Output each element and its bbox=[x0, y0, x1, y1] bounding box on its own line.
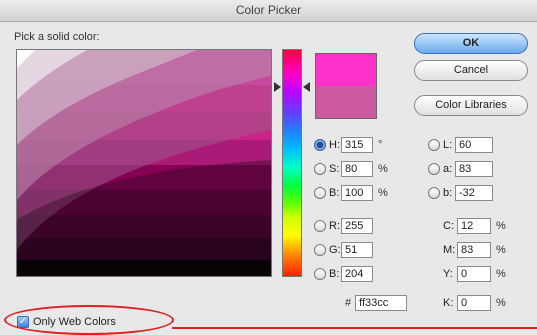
lab-a-field[interactable]: 83 bbox=[455, 161, 493, 177]
cyan-unit: % bbox=[496, 220, 506, 232]
current-color-swatch bbox=[316, 86, 376, 118]
lab-a-label: a: bbox=[443, 163, 453, 175]
lab-l-row: L: 60 bbox=[428, 137, 493, 153]
annotation-ellipse bbox=[4, 305, 174, 335]
lab-a-row: a: 83 bbox=[428, 161, 493, 177]
saturation-unit: % bbox=[378, 163, 388, 175]
brightness-unit: % bbox=[378, 187, 388, 199]
brightness-label: B: bbox=[329, 187, 340, 199]
hex-row: # ff33cc bbox=[345, 295, 408, 311]
hue-slider-handle-right[interactable] bbox=[303, 82, 310, 92]
pick-color-prompt: Pick a solid color: bbox=[14, 31, 100, 43]
hue-label: H: bbox=[329, 139, 340, 151]
hue-slider-handle-left[interactable] bbox=[274, 82, 281, 92]
color-field-bands bbox=[17, 50, 271, 276]
blue-row: B: 204 bbox=[314, 266, 373, 282]
saturation-label: S: bbox=[329, 163, 340, 175]
blue-field[interactable]: 204 bbox=[341, 266, 373, 282]
lab-l-field[interactable]: 60 bbox=[455, 137, 493, 153]
lab-b-radio[interactable] bbox=[428, 187, 440, 199]
magenta-unit: % bbox=[496, 244, 506, 256]
cyan-field[interactable]: 12 bbox=[457, 218, 491, 234]
lab-l-radio[interactable] bbox=[428, 139, 440, 151]
ok-button[interactable]: OK bbox=[414, 33, 528, 54]
red-radio[interactable] bbox=[314, 220, 326, 232]
brightness-radio[interactable] bbox=[314, 187, 326, 199]
black-row: K: 0 % bbox=[443, 295, 506, 311]
cyan-label: C: bbox=[443, 220, 454, 232]
hex-label: # bbox=[345, 297, 352, 309]
hue-slider[interactable] bbox=[282, 49, 302, 277]
title-bar: Color Picker bbox=[0, 0, 537, 22]
lab-a-radio[interactable] bbox=[428, 163, 440, 175]
hex-field[interactable]: ff33cc bbox=[355, 295, 408, 311]
blue-label: B: bbox=[329, 268, 340, 280]
new-color-swatch bbox=[316, 54, 376, 86]
hue-row: H: 315 ° bbox=[314, 137, 382, 153]
brightness-field[interactable]: 100 bbox=[341, 185, 373, 201]
brightness-row: B: 100 % bbox=[314, 185, 388, 201]
hue-unit: ° bbox=[378, 139, 383, 151]
yellow-label: Y: bbox=[443, 268, 453, 280]
black-unit: % bbox=[496, 297, 506, 309]
yellow-unit: % bbox=[496, 268, 506, 280]
cyan-row: C: 12 % bbox=[443, 218, 506, 234]
black-field[interactable]: 0 bbox=[457, 295, 491, 311]
green-radio[interactable] bbox=[314, 244, 326, 256]
magenta-field[interactable]: 83 bbox=[457, 242, 491, 258]
green-row: G: 51 bbox=[314, 242, 373, 258]
saturation-radio[interactable] bbox=[314, 163, 326, 175]
saturation-field[interactable]: 80 bbox=[341, 161, 373, 177]
black-label: K: bbox=[443, 297, 454, 309]
lab-b-row: b: -32 bbox=[428, 185, 493, 201]
color-field[interactable] bbox=[16, 49, 272, 277]
blue-radio[interactable] bbox=[314, 268, 326, 280]
lab-l-label: L: bbox=[443, 139, 453, 151]
red-row: R: 255 bbox=[314, 218, 373, 234]
magenta-label: M: bbox=[443, 244, 456, 256]
color-preview bbox=[315, 53, 377, 119]
cancel-button[interactable]: Cancel bbox=[414, 60, 528, 81]
hue-radio[interactable] bbox=[314, 139, 326, 151]
color-libraries-button[interactable]: Color Libraries bbox=[414, 95, 528, 116]
yellow-field[interactable]: 0 bbox=[457, 266, 491, 282]
green-field[interactable]: 51 bbox=[341, 242, 373, 258]
saturation-row: S: 80 % bbox=[314, 161, 388, 177]
lab-b-field[interactable]: -32 bbox=[455, 185, 493, 201]
window-title: Color Picker bbox=[235, 3, 302, 17]
hue-field[interactable]: 315 bbox=[341, 137, 373, 153]
red-field[interactable]: 255 bbox=[341, 218, 373, 234]
annotation-underline bbox=[172, 327, 537, 329]
yellow-row: Y: 0 % bbox=[443, 266, 506, 282]
green-label: G: bbox=[329, 244, 341, 256]
lab-b-label: b: bbox=[443, 187, 453, 199]
red-label: R: bbox=[329, 220, 340, 232]
magenta-row: M: 83 % bbox=[443, 242, 506, 258]
